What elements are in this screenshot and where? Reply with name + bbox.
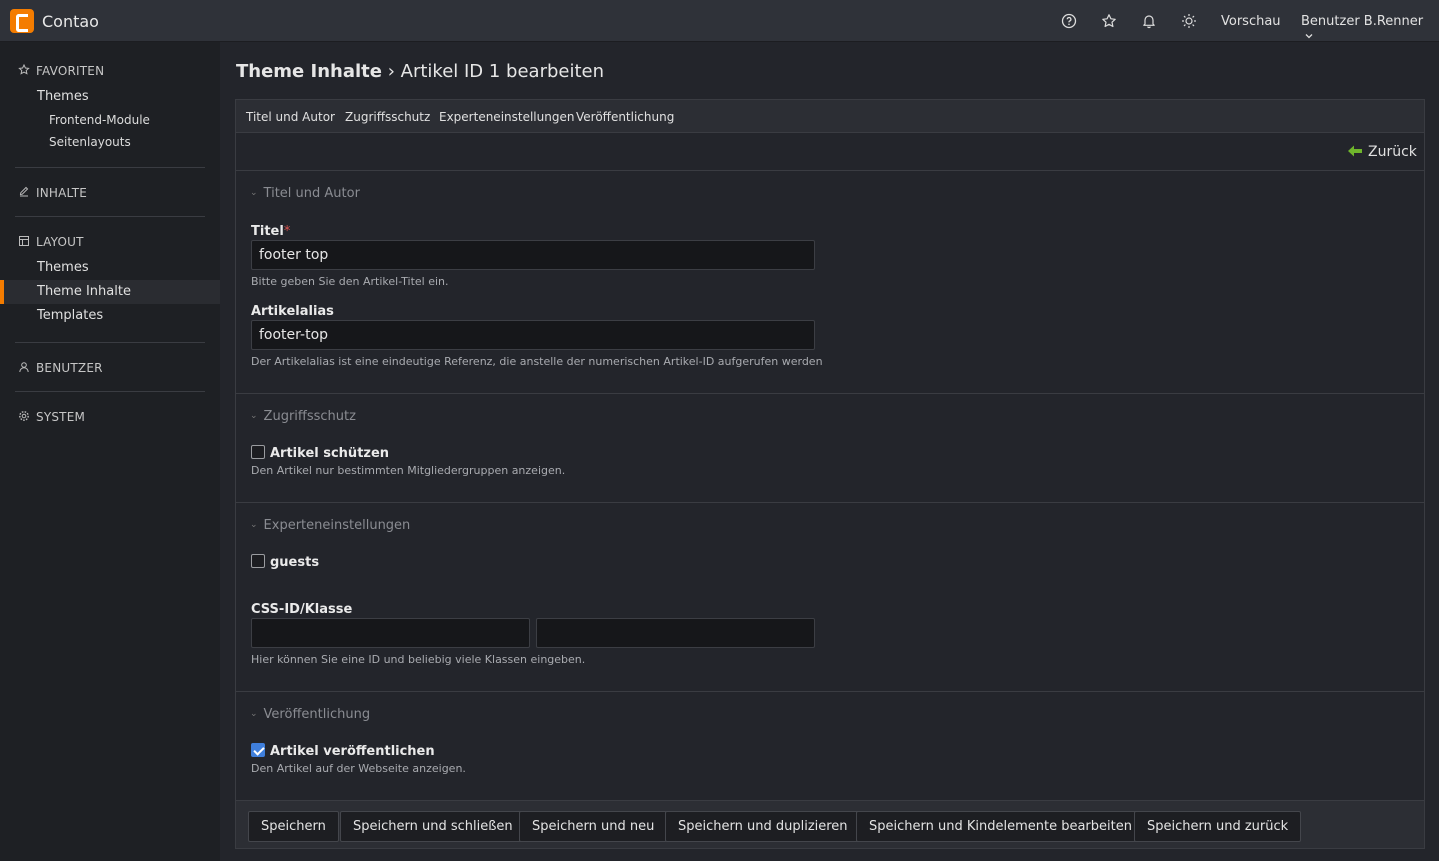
- sidebar-item-theme-inhalte[interactable]: Theme Inhalte: [0, 280, 220, 304]
- edit-panel: Titel und Autor Zugriffsschutz Expertene…: [235, 99, 1425, 849]
- section-divider: [236, 393, 1424, 394]
- sidebar-divider: [15, 167, 205, 168]
- css-class-input[interactable]: [536, 618, 815, 648]
- user-menu[interactable]: Benutzer B.Renner: [1301, 14, 1439, 45]
- star-icon[interactable]: [1101, 13, 1117, 29]
- protect-checkbox[interactable]: [251, 445, 265, 459]
- title-label-text: Titel: [251, 224, 284, 239]
- css-help: Hier können Sie eine ID und beliebig vie…: [251, 653, 586, 666]
- chevron-down-icon: [1305, 29, 1313, 39]
- sidebar-category-label: BENUTZER: [36, 361, 103, 375]
- sidebar: FAVORITEN Themes Frontend-Module Seitenl…: [0, 42, 220, 861]
- back-label: Zurück: [1368, 144, 1417, 160]
- tab-experteneinstellungen[interactable]: Experteneinstellungen: [439, 110, 574, 124]
- page-title-section: Theme Inhalte: [236, 61, 382, 82]
- form-actions: Speichern Speichern und schließen Speich…: [236, 800, 1424, 848]
- sidebar-category-benutzer[interactable]: BENUTZER: [18, 361, 103, 375]
- sidebar-category-layout[interactable]: LAYOUT: [18, 235, 84, 249]
- sidebar-item-themes[interactable]: Themes: [0, 256, 220, 280]
- save-duplicate-button[interactable]: Speichern und duplizieren: [665, 811, 861, 842]
- sidebar-item-label: Templates: [37, 308, 104, 323]
- alias-label: Artikelalias: [251, 304, 334, 319]
- help-icon[interactable]: [1061, 13, 1077, 29]
- save-back-button[interactable]: Speichern und zurück: [1134, 811, 1302, 842]
- arrow-left-icon: [1348, 145, 1362, 157]
- sidebar-item-label: Themes: [37, 260, 89, 275]
- brand-name[interactable]: Contao: [42, 12, 99, 31]
- guests-checkbox[interactable]: [251, 554, 265, 568]
- css-id-input[interactable]: [251, 618, 530, 648]
- chevron-down-icon: ⌄: [250, 411, 258, 421]
- sidebar-item-label: Themes: [37, 89, 89, 104]
- legend-label: Veröffentlichung: [263, 707, 371, 722]
- css-label: CSS-ID/Klasse: [251, 602, 353, 617]
- title-input[interactable]: footer top: [251, 240, 815, 270]
- back-link[interactable]: Zurück: [1348, 144, 1417, 160]
- legend-titel-und-autor[interactable]: ⌄ Titel und Autor: [250, 186, 360, 201]
- sidebar-category-label: SYSTEM: [36, 410, 86, 424]
- save-new-button[interactable]: Speichern und neu: [519, 811, 668, 842]
- legend-label: Titel und Autor: [263, 186, 360, 201]
- sun-icon[interactable]: [1181, 13, 1197, 29]
- chevron-down-icon: ⌄: [250, 709, 258, 719]
- section-divider: [236, 691, 1424, 692]
- page-title-record: › Artikel ID 1 bearbeiten: [382, 61, 605, 82]
- top-header: Contao Vorschau Benutzer B.Renner: [0, 0, 1439, 42]
- chevron-down-icon: ⌄: [250, 188, 258, 198]
- sidebar-divider: [15, 342, 205, 343]
- section-divider: [236, 170, 1424, 171]
- sidebar-category-label: INHALTE: [36, 186, 88, 200]
- tab-titel-und-autor[interactable]: Titel und Autor: [246, 110, 335, 124]
- sidebar-item-label: Theme Inhalte: [37, 284, 131, 299]
- sidebar-divider: [15, 216, 205, 217]
- legend-label: Zugriffsschutz: [263, 409, 356, 424]
- page-title: Theme Inhalte › Artikel ID 1 bearbeiten: [236, 61, 604, 82]
- legend-experteneinstellungen[interactable]: ⌄ Experteneinstellungen: [250, 518, 410, 533]
- alias-help: Der Artikelalias ist eine eindeutige Ref…: [251, 355, 823, 368]
- save-close-button[interactable]: Speichern und schließen: [340, 811, 526, 842]
- publish-checkbox[interactable]: [251, 743, 265, 757]
- chevron-down-icon: ⌄: [250, 520, 258, 530]
- section-tabs: Titel und Autor Zugriffsschutz Expertene…: [236, 100, 1424, 133]
- user-icon: [18, 361, 30, 373]
- publish-label[interactable]: Artikel veröffentlichen: [270, 744, 435, 759]
- star-icon: [18, 63, 30, 76]
- protect-help: Den Artikel nur bestimmten Mitgliedergru…: [251, 464, 566, 477]
- gear-icon: [18, 410, 30, 422]
- alias-input[interactable]: footer-top: [251, 320, 815, 350]
- sidebar-item-templates[interactable]: Templates: [0, 304, 220, 328]
- sidebar-category-label: FAVORITEN: [36, 64, 105, 78]
- sidebar-item-frontend-module[interactable]: Frontend-Module: [49, 113, 150, 127]
- title-help: Bitte geben Sie den Artikel-Titel ein.: [251, 275, 449, 288]
- publish-help: Den Artikel auf der Webseite anzeigen.: [251, 762, 466, 775]
- guests-label[interactable]: guests: [270, 555, 319, 570]
- preview-link[interactable]: Vorschau: [1221, 14, 1281, 29]
- legend-zugriffsschutz[interactable]: ⌄ Zugriffsschutz: [250, 409, 356, 424]
- required-marker: *: [283, 224, 291, 239]
- user-name: Benutzer B.Renner: [1301, 14, 1424, 29]
- edit-icon: [18, 186, 30, 198]
- sidebar-category-inhalte[interactable]: INHALTE: [18, 186, 87, 200]
- tab-veroeffentlichung[interactable]: Veröffentlichung: [576, 110, 674, 124]
- tab-zugriffsschutz[interactable]: Zugriffsschutz: [345, 110, 430, 124]
- sidebar-category-system[interactable]: SYSTEM: [18, 410, 85, 424]
- legend-label: Experteneinstellungen: [263, 518, 411, 533]
- protect-label[interactable]: Artikel schützen: [270, 446, 389, 461]
- save-button[interactable]: Speichern: [248, 811, 339, 842]
- sidebar-category-favorites[interactable]: FAVORITEN: [18, 63, 105, 78]
- sidebar-divider: [15, 391, 205, 392]
- legend-veroeffentlichung[interactable]: ⌄ Veröffentlichung: [250, 707, 370, 722]
- title-label: Titel*: [251, 224, 290, 239]
- section-divider: [236, 502, 1424, 503]
- sidebar-item-favorites-themes[interactable]: Themes: [0, 85, 220, 109]
- sidebar-item-seitenlayouts[interactable]: Seitenlayouts: [49, 135, 131, 149]
- save-children-button[interactable]: Speichern und Kindelemente bearbeiten: [856, 811, 1145, 842]
- sidebar-category-label: LAYOUT: [36, 235, 84, 249]
- contao-logo[interactable]: [10, 9, 34, 33]
- layout-icon: [18, 235, 30, 247]
- bell-icon[interactable]: [1141, 13, 1157, 29]
